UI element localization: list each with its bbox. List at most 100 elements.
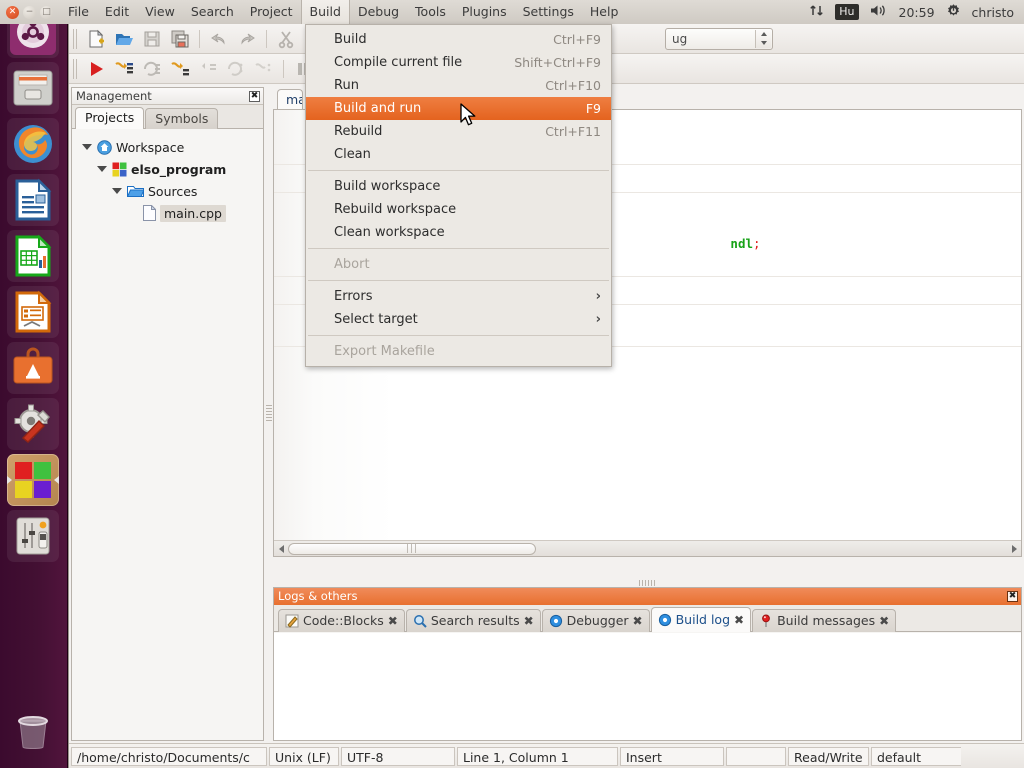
close-icon[interactable]: ✖ [734, 613, 744, 627]
user-name-label[interactable]: christo [972, 5, 1014, 20]
menu-item-errors[interactable]: Errors › [306, 285, 611, 308]
scroll-right-icon[interactable] [1007, 542, 1021, 556]
tab-build-messages[interactable]: Build messages ✖ [752, 609, 897, 632]
menu-debug[interactable]: Debug [350, 0, 407, 24]
menu-settings[interactable]: Settings [515, 0, 582, 24]
menu-tools[interactable]: Tools [407, 0, 454, 24]
tab-projects[interactable]: Projects [75, 107, 145, 129]
undo-icon[interactable] [206, 27, 232, 51]
clock-label[interactable]: 20:59 [899, 5, 935, 20]
close-icon[interactable]: ✖ [249, 90, 260, 102]
chevron-down-icon[interactable] [82, 144, 92, 150]
tab-codeblocks[interactable]: Code::Blocks ✖ [278, 609, 405, 632]
workspace-icon [97, 139, 112, 155]
launcher-item-libreoffice-writer-icon[interactable] [7, 174, 59, 226]
horizontal-splitter[interactable] [273, 579, 1022, 587]
launcher-item-amixer-icon[interactable] [7, 510, 59, 562]
save-all-icon[interactable] [167, 27, 193, 51]
menu-build[interactable]: Build [300, 0, 350, 24]
build-target-spinner[interactable] [755, 29, 771, 48]
menu-search[interactable]: Search [183, 0, 242, 24]
tab-debugger[interactable]: Debugger ✖ [541, 609, 650, 632]
menu-file[interactable]: File [60, 0, 97, 24]
unity-top-panel: ✕ − □ File Edit View Search Project Buil… [0, 0, 1024, 24]
menu-view[interactable]: View [137, 0, 183, 24]
gear-blue-icon [549, 614, 562, 627]
launcher-item-files-icon[interactable] [7, 62, 59, 114]
redo-icon[interactable] [234, 27, 260, 51]
menu-item-build-and-run[interactable]: Build and run F9 [306, 97, 611, 120]
toolbar-grip-handle[interactable] [73, 28, 78, 49]
toolbar-grip-handle[interactable] [73, 58, 78, 79]
run-icon[interactable] [83, 57, 109, 81]
cut-icon[interactable] [273, 27, 299, 51]
new-file-icon[interactable] [83, 27, 109, 51]
menu-item-run[interactable]: Run Ctrl+F10 [306, 74, 611, 97]
abort-icon[interactable] [195, 57, 221, 81]
tree-item-workspace[interactable]: Workspace [78, 136, 263, 158]
close-icon[interactable]: ✖ [633, 614, 643, 628]
launcher-item-codeblocks-icon[interactable] [7, 454, 59, 506]
menu-help[interactable]: Help [582, 0, 627, 24]
tab-projects-label: Projects [85, 110, 135, 125]
tree-item-sources[interactable]: Sources [78, 180, 263, 202]
status-bar: /home/christo/Documents/c Unix (LF) UTF-… [69, 743, 1024, 768]
launcher-item-libreoffice-calc-icon[interactable] [7, 230, 59, 282]
tab-symbols[interactable]: Symbols [145, 108, 219, 129]
scrollbar-thumb[interactable]: ||| [288, 542, 536, 555]
launcher-item-libreoffice-impress-icon[interactable] [7, 286, 59, 338]
cursor-arrow-icon [460, 103, 476, 126]
launcher-item-trash-icon[interactable] [7, 706, 59, 758]
tab-search-results[interactable]: Search results ✖ [405, 609, 541, 632]
menu-item-build[interactable]: Build Ctrl+F9 [306, 28, 611, 51]
window-controls: ✕ − □ [0, 5, 60, 19]
menu-item-clean-workspace[interactable]: Clean workspace [306, 221, 611, 244]
menu-item-compile-current-file[interactable]: Compile current file Shift+Ctrl+F9 [306, 51, 611, 74]
menu-item-build-workspace[interactable]: Build workspace [306, 175, 611, 198]
open-file-icon[interactable] [111, 27, 137, 51]
menu-item-clean[interactable]: Clean [306, 143, 611, 166]
menu-project[interactable]: Project [242, 0, 301, 24]
build-log-content[interactable] [274, 633, 1021, 740]
close-icon[interactable]: ✖ [879, 614, 889, 628]
editor-horizontal-scrollbar[interactable]: ||| [274, 540, 1021, 556]
logs-tabbar: Code::Blocks ✖ Search results ✖ Debugger… [274, 605, 1021, 632]
status-modified-flag [726, 746, 786, 766]
launcher-item-firefox-icon[interactable] [7, 118, 59, 170]
keyboard-layout-indicator[interactable]: Hu [835, 4, 859, 20]
build-icon[interactable] [111, 57, 137, 81]
window-close-button[interactable]: ✕ [6, 5, 19, 19]
tab-symbols-label: Symbols [155, 111, 209, 126]
menu-edit[interactable]: Edit [97, 0, 137, 24]
build-and-run-icon[interactable] [167, 57, 193, 81]
save-icon[interactable] [139, 27, 165, 51]
network-updown-icon[interactable] [809, 3, 824, 21]
compile-current-icon[interactable] [223, 57, 249, 81]
launcher-item-ubuntu-software-icon[interactable] [7, 342, 59, 394]
build-target-combo[interactable]: ug [665, 27, 773, 50]
launcher-item-system-settings-icon[interactable] [7, 398, 59, 450]
menu-item-rebuild-workspace[interactable]: Rebuild workspace [306, 198, 611, 221]
rebuild-icon[interactable] [139, 57, 165, 81]
menu-plugins[interactable]: Plugins [454, 0, 515, 24]
close-icon[interactable]: ✖ [1007, 591, 1018, 602]
close-icon[interactable]: ✖ [524, 614, 534, 628]
close-icon[interactable]: ✖ [388, 614, 398, 628]
tab-codeblocks-label: Code::Blocks [303, 613, 384, 628]
menu-item-rebuild[interactable]: Rebuild Ctrl+F11 [306, 120, 611, 143]
volume-icon[interactable] [870, 3, 888, 21]
tree-item-main-cpp[interactable]: main.cpp [78, 202, 263, 224]
tree-label-project: elso_program [131, 161, 227, 177]
vertical-splitter[interactable] [265, 87, 273, 741]
window-minimize-button[interactable]: − [23, 5, 36, 19]
editor-tab-main-cpp[interactable]: ma [277, 89, 303, 109]
gear-power-icon[interactable] [946, 3, 961, 21]
tab-build-log[interactable]: Build log ✖ [650, 607, 752, 632]
chevron-down-icon[interactable] [112, 188, 122, 194]
tree-item-project[interactable]: elso_program [78, 158, 263, 180]
menu-item-select-target[interactable]: Select target › [306, 308, 611, 331]
window-maximize-button[interactable]: □ [40, 5, 53, 19]
chevron-down-icon[interactable] [97, 166, 107, 172]
clean-icon[interactable] [251, 57, 277, 81]
scroll-left-icon[interactable] [274, 542, 288, 556]
